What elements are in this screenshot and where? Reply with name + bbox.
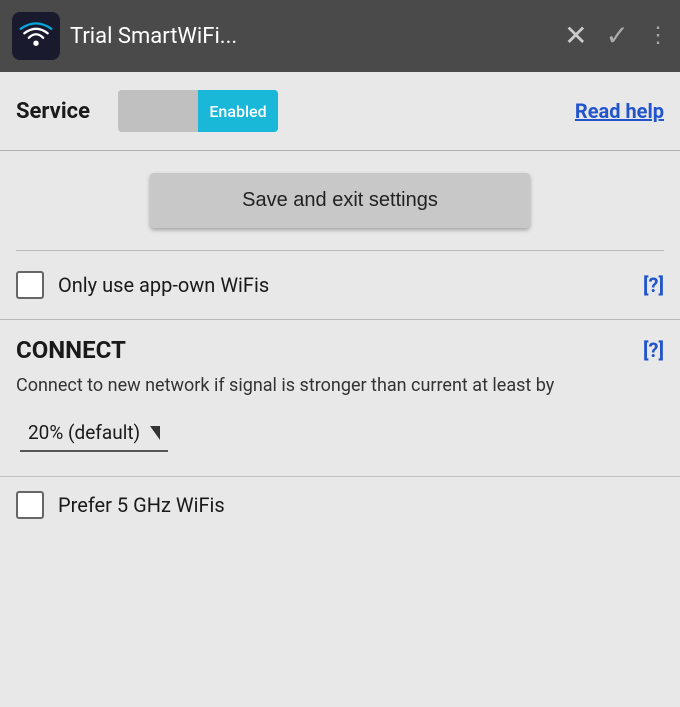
confirm-button[interactable]: ✓ — [606, 22, 629, 50]
title-bar: Trial SmartWiFi... ✕ ✓ ⋮ — [0, 0, 680, 72]
connect-title: CONNECT — [16, 336, 126, 364]
only-app-wifi-help[interactable]: [?] — [643, 273, 664, 297]
dropdown-arrow-icon — [150, 426, 160, 440]
dropdown-value[interactable]: 20% (default) — [20, 415, 168, 452]
toggle-off-side — [118, 90, 198, 132]
title-actions: ✕ ✓ ⋮ — [564, 22, 668, 50]
app-title: Trial SmartWiFi... — [70, 24, 554, 49]
toggle-on-side: Enabled — [198, 90, 278, 132]
only-app-wifi-checkbox[interactable] — [16, 271, 44, 299]
save-section: Save and exit settings — [0, 151, 680, 250]
only-app-wifi-label: Only use app-own WiFis — [58, 273, 629, 297]
service-toggle[interactable]: Enabled — [118, 90, 563, 132]
connect-help[interactable]: [?] — [643, 338, 664, 362]
connect-description: Connect to new network if signal is stro… — [16, 372, 664, 399]
app-icon — [12, 12, 60, 60]
more-options-button[interactable]: ⋮ — [647, 25, 668, 47]
signal-strength-dropdown[interactable]: 20% (default) — [16, 415, 664, 452]
connect-section: CONNECT [?] Connect to new network if si… — [0, 320, 680, 476]
prefer-5ghz-label: Prefer 5 GHz WiFis — [58, 493, 664, 517]
read-help-link[interactable]: Read help — [575, 99, 664, 123]
connect-header: CONNECT [?] — [16, 336, 664, 364]
save-button[interactable]: Save and exit settings — [150, 173, 530, 228]
prefer-5ghz-row: Prefer 5 GHz WiFis — [0, 476, 680, 533]
toggle-enabled-label: Enabled — [209, 102, 266, 121]
service-label: Service — [16, 99, 106, 124]
only-app-wifi-row: Only use app-own WiFis [?] — [0, 251, 680, 319]
toggle-track[interactable]: Enabled — [118, 90, 278, 132]
service-row: Service Enabled Read help — [0, 72, 680, 150]
main-content: Service Enabled Read help Save and exit … — [0, 72, 680, 533]
close-button[interactable]: ✕ — [564, 22, 587, 50]
prefer-5ghz-checkbox[interactable] — [16, 491, 44, 519]
